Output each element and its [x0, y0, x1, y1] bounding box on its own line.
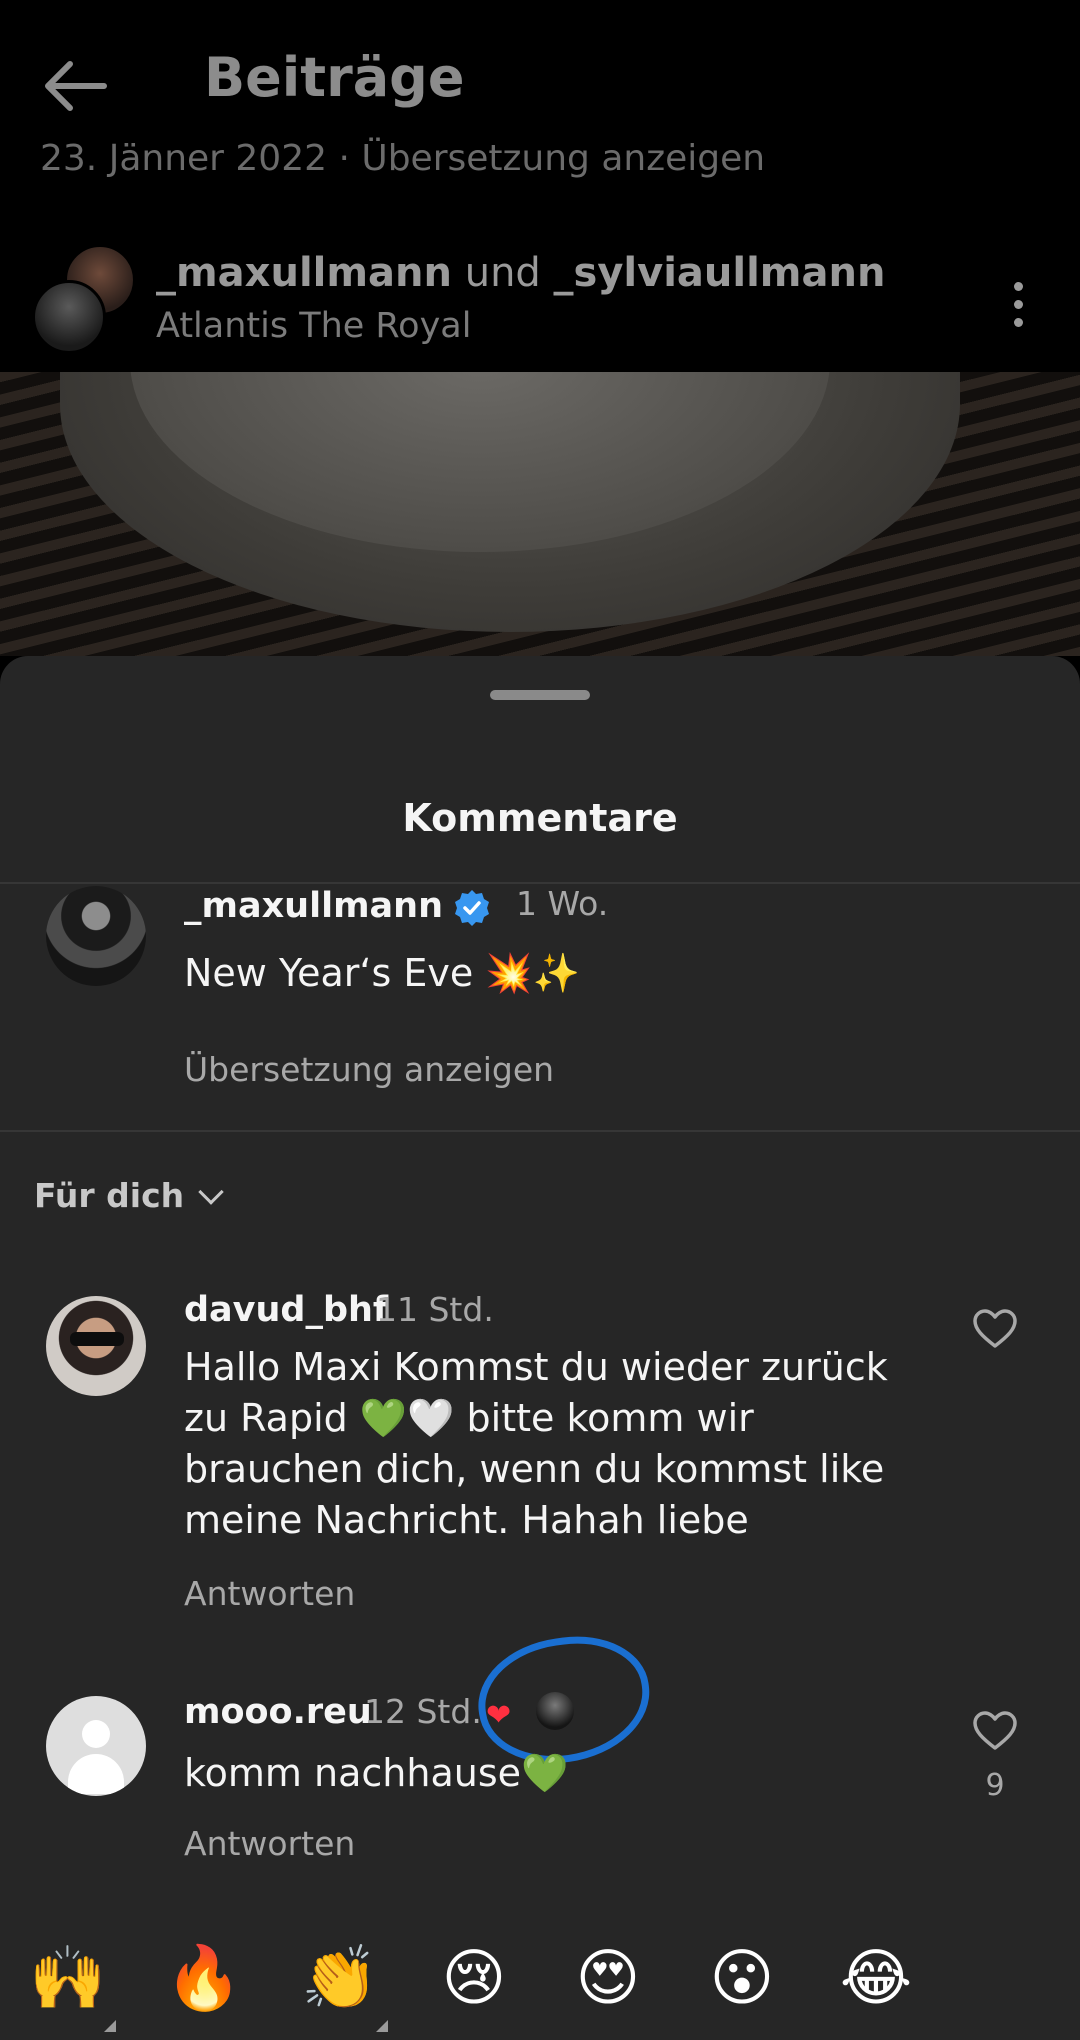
post-header: _maxullmann und _sylviaullmann Atlantis …: [0, 236, 1080, 372]
comment-sort-dropdown[interactable]: Für dich: [34, 1176, 224, 1215]
post-location[interactable]: Atlantis The Royal: [156, 306, 471, 346]
avatar[interactable]: [46, 886, 146, 986]
divider: [0, 1130, 1080, 1132]
reply-button[interactable]: Antworten: [184, 1824, 355, 1863]
drag-handle[interactable]: [490, 690, 590, 700]
caption-text: New Year‘s Eve 💥✨: [184, 951, 580, 995]
skin-tone-indicator-icon: [376, 2020, 388, 2032]
post-image[interactable]: [0, 372, 1080, 656]
previous-post-caption: 23. Jänner 2022 · Übersetzung anzeigen: [40, 138, 766, 179]
comment-text: komm nachhause💚: [184, 1751, 569, 1795]
comment-time: 11 Std.: [376, 1290, 494, 1329]
avatar: [32, 280, 106, 354]
like-heart-icon[interactable]: [972, 1710, 1018, 1752]
chevron-down-icon: [198, 1179, 224, 1205]
caption-time: 1 Wo.: [516, 884, 609, 923]
comment-username[interactable]: mooo.reu: [184, 1692, 372, 1732]
comment-username[interactable]: davud_bhf: [184, 1290, 388, 1330]
like-heart-icon[interactable]: [972, 1308, 1018, 1350]
sort-label: Für dich: [34, 1176, 185, 1215]
page-title: Beiträge: [204, 46, 465, 109]
emoji-fire[interactable]: 🔥: [164, 1938, 244, 2018]
emoji-clapping[interactable]: 👏: [300, 1938, 380, 2018]
sheet-title: Kommentare: [402, 796, 678, 840]
more-options-icon[interactable]: [1000, 276, 1036, 336]
post-authors: _maxullmann und _sylviaullmann: [156, 250, 885, 296]
translate-link[interactable]: Übersetzung anzeigen: [184, 1050, 554, 1089]
collab-avatars[interactable]: [32, 244, 142, 354]
comments-sheet: Kommentare _maxullmann 1 Wo. New Year‘s …: [0, 656, 1080, 2040]
authors-joiner: und: [452, 250, 554, 296]
coauthor-username[interactable]: _sylviaullmann: [554, 250, 886, 296]
caption-username[interactable]: _maxullmann: [184, 886, 443, 926]
skin-tone-indicator-icon: [104, 2020, 116, 2032]
emoji-tears-of-joy[interactable]: 😂: [836, 1938, 916, 2018]
emoji-crying[interactable]: 😢: [434, 1938, 514, 2018]
emoji-heart-eyes[interactable]: 😍: [568, 1938, 648, 2018]
quick-reactions-bar: 🙌 🔥 👏 😢 😍 😮 😂: [0, 1924, 1080, 2040]
author-username[interactable]: _maxullmann: [156, 250, 452, 296]
reply-button[interactable]: Antworten: [184, 1574, 355, 1613]
avatar[interactable]: [46, 1696, 146, 1796]
comment-text: Hallo Maxi Kommst du wieder zurück zu Ra…: [184, 1345, 888, 1542]
emoji-raising-hands[interactable]: 🙌: [28, 1938, 108, 2018]
like-count: 9: [985, 1768, 1005, 1803]
back-arrow-icon[interactable]: [40, 50, 112, 122]
avatar[interactable]: [46, 1296, 146, 1396]
emoji-surprised[interactable]: 😮: [702, 1938, 782, 2018]
post-view: Beiträge 23. Jänner 2022 · Übersetzung a…: [0, 0, 1080, 656]
comment-time: 12 Std.: [364, 1692, 482, 1731]
verified-badge-icon: [455, 890, 489, 926]
